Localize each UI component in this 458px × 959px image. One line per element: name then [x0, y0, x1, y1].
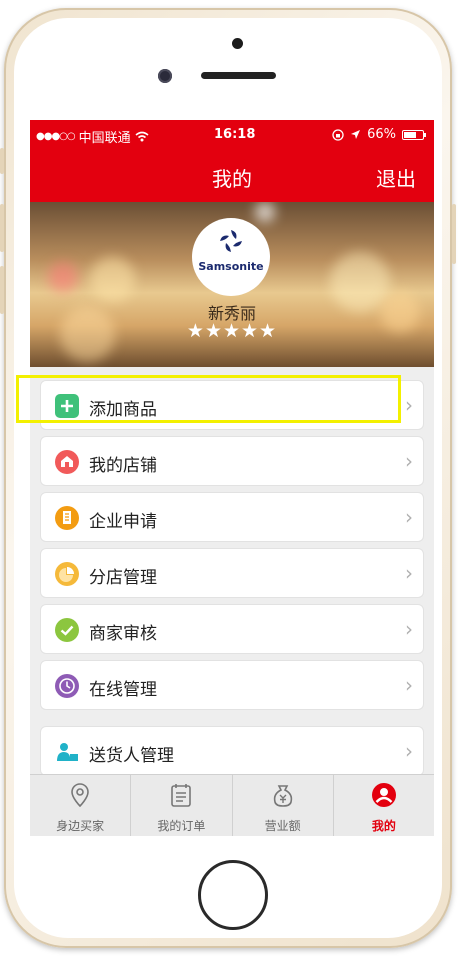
app-screen: ●●●○○ 中国联通 16:18 66% 我的 退出 Samsonite 新秀丽… — [30, 120, 434, 836]
menu-item-online-management[interactable]: 在线管理 › — [40, 660, 424, 710]
chevron-right-icon: › — [405, 561, 413, 585]
bokeh-light — [255, 202, 275, 222]
location-pin-icon — [71, 783, 89, 808]
tab-label: 身边买家 — [56, 819, 105, 833]
signal-strength-icon: ●●●○○ — [36, 131, 76, 142]
menu-item-label: 我的店铺 — [89, 456, 157, 476]
store-icon — [55, 450, 79, 474]
status-time: 16:18 — [214, 127, 256, 142]
chevron-right-icon: › — [405, 739, 413, 763]
user-icon — [371, 783, 396, 807]
rotation-lock-icon — [332, 128, 344, 141]
menu-item-merchant-review[interactable]: 商家审核 › — [40, 604, 424, 654]
power-button — [452, 204, 456, 264]
wifi-icon — [135, 131, 149, 142]
bokeh-light — [90, 257, 135, 302]
courier-icon — [55, 740, 79, 764]
tab-my-orders[interactable]: 我的订单 — [131, 775, 233, 836]
tab-me[interactable]: 我的 — [334, 775, 434, 836]
page-title: 我的 — [212, 167, 252, 191]
menu-item-label: 分店管理 — [89, 568, 157, 588]
tab-revenue[interactable]: 营业额 — [233, 775, 334, 836]
menu-item-label: 商家审核 — [89, 624, 157, 644]
location-arrow-icon — [351, 130, 361, 139]
tab-nearby-buyers[interactable]: 身边买家 — [30, 775, 132, 836]
tab-label: 营业额 — [264, 819, 301, 833]
check-icon — [55, 618, 79, 642]
menu-item-branch-management[interactable]: 分店管理 › — [40, 548, 424, 598]
pie-chart-icon — [55, 562, 79, 586]
menu-item-label: 在线管理 — [89, 680, 157, 700]
volume-down-button — [0, 266, 4, 314]
tab-label: 我的 — [371, 819, 396, 833]
chevron-right-icon: › — [405, 505, 413, 529]
nav-bar: 我的 退出 — [30, 150, 434, 202]
chevron-right-icon: › — [405, 449, 413, 473]
money-bag-icon — [273, 785, 292, 807]
proximity-sensor — [232, 38, 243, 49]
tab-label: 我的订单 — [157, 819, 206, 833]
menu-item-courier-management[interactable]: 送货人管理 › — [40, 726, 424, 776]
highlight-box — [16, 375, 401, 423]
rating-stars: ★★★★★ — [186, 320, 278, 342]
battery-icon — [402, 129, 426, 140]
menu-item-label: 企业申请 — [89, 512, 157, 532]
chevron-right-icon: › — [405, 617, 413, 641]
samsonite-mark-icon — [220, 230, 242, 252]
volume-up-button — [0, 204, 4, 252]
battery-percent: 66% — [367, 127, 396, 142]
front-camera — [158, 69, 172, 83]
bokeh-light — [48, 262, 78, 292]
logout-button[interactable]: 退出 — [376, 163, 416, 192]
order-list-icon — [171, 784, 192, 807]
menu-item-my-store[interactable]: 我的店铺 › — [40, 436, 424, 486]
profile-banner: Samsonite 新秀丽 ★★★★★ — [30, 202, 434, 367]
carrier-name: 中国联通 — [78, 131, 131, 146]
store-logo[interactable]: Samsonite — [192, 218, 270, 296]
status-bar: ●●●○○ 中国联通 16:18 66% — [30, 120, 434, 150]
menu-item-enterprise-application[interactable]: 企业申请 › — [40, 492, 424, 542]
menu-item-label: 送货人管理 — [89, 746, 174, 766]
bottom-tab-bar: 身边买家 我的订单 营业额 我的 — [30, 774, 434, 836]
home-button[interactable] — [198, 860, 268, 930]
earpiece-speaker — [201, 72, 276, 79]
enterprise-icon — [55, 506, 79, 530]
silent-switch — [0, 148, 4, 174]
logo-wordmark: Samsonite — [198, 260, 264, 273]
chevron-right-icon: › — [405, 393, 413, 417]
chevron-right-icon: › — [405, 673, 413, 697]
clock-icon — [55, 674, 79, 698]
